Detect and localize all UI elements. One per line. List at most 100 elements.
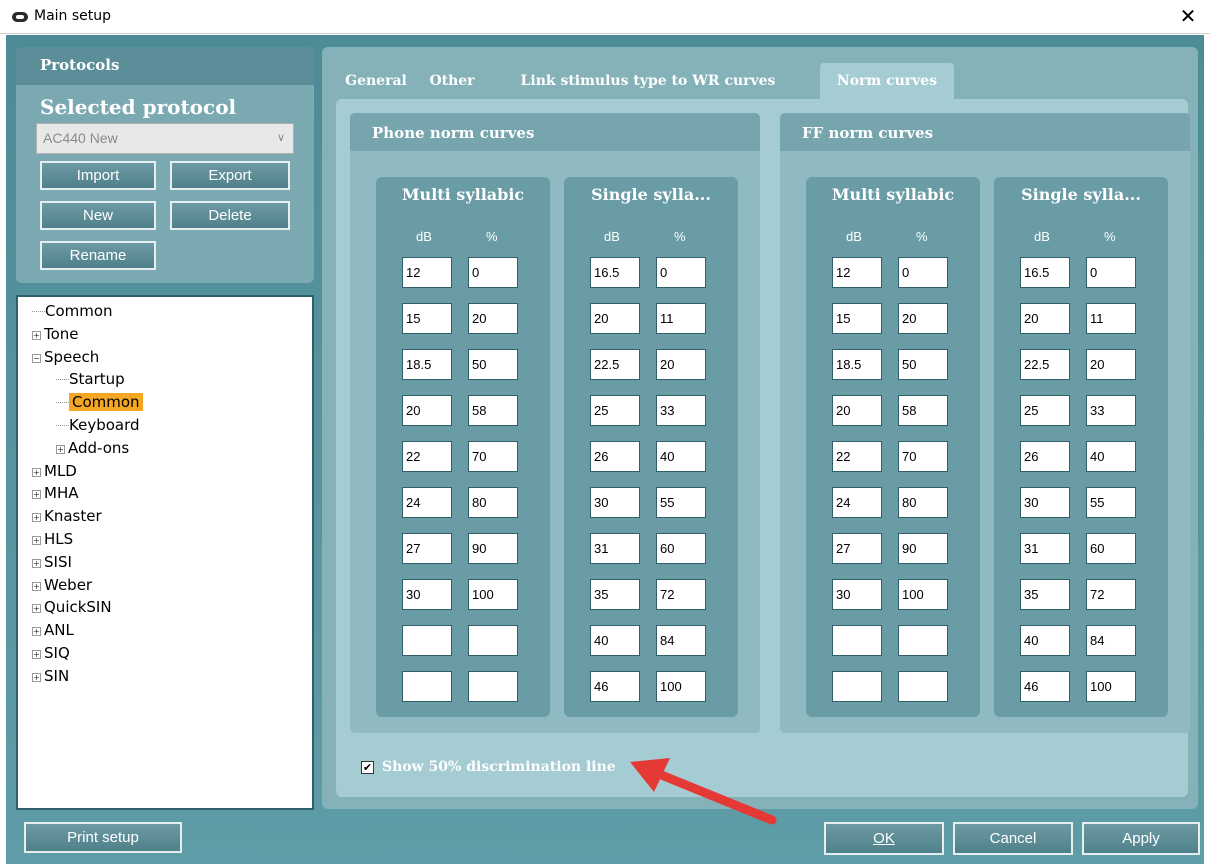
db-input[interactable] (832, 671, 882, 702)
db-input[interactable]: 46 (1020, 671, 1070, 702)
db-input[interactable]: 18.5 (832, 349, 882, 380)
percent-input[interactable]: 0 (1086, 257, 1136, 288)
db-input[interactable]: 40 (1020, 625, 1070, 656)
db-input[interactable]: 46 (590, 671, 640, 702)
db-input[interactable]: 30 (402, 579, 452, 610)
tree-item[interactable]: + SIN (32, 666, 69, 686)
tab-other[interactable]: Other (422, 63, 482, 99)
expand-icon[interactable]: + (32, 467, 41, 477)
percent-input[interactable]: 100 (468, 579, 518, 610)
expand-icon[interactable]: + (32, 490, 41, 500)
db-input[interactable]: 27 (402, 533, 452, 564)
percent-input[interactable]: 50 (898, 349, 948, 380)
db-input[interactable]: 24 (832, 487, 882, 518)
percent-input[interactable] (898, 625, 948, 656)
delete-button[interactable]: Delete (170, 201, 290, 230)
percent-input[interactable]: 60 (1086, 533, 1136, 564)
tree-item[interactable]: + ANL (32, 620, 74, 640)
percent-input[interactable]: 11 (1086, 303, 1136, 334)
db-input[interactable]: 15 (832, 303, 882, 334)
db-input[interactable]: 30 (1020, 487, 1070, 518)
expand-icon[interactable]: + (32, 672, 41, 682)
percent-input[interactable]: 100 (898, 579, 948, 610)
db-input[interactable]: 20 (1020, 303, 1070, 334)
apply-button[interactable]: Apply (1082, 822, 1200, 855)
db-input[interactable]: 35 (1020, 579, 1070, 610)
db-input[interactable]: 16.5 (1020, 257, 1070, 288)
print-setup-button[interactable]: Print setup (24, 822, 182, 853)
tree-item[interactable]: + MHA (32, 483, 78, 503)
protocol-select[interactable]: AC440 New ∨ (36, 123, 294, 154)
expand-icon[interactable]: + (32, 558, 41, 568)
db-input[interactable] (832, 625, 882, 656)
percent-input[interactable]: 80 (468, 487, 518, 518)
percent-input[interactable]: 84 (1086, 625, 1136, 656)
percent-input[interactable]: 90 (898, 533, 948, 564)
percent-input[interactable] (468, 625, 518, 656)
tree-item[interactable]: + SIQ (32, 643, 70, 663)
tree-item[interactable]: Common (56, 392, 143, 412)
db-input[interactable]: 30 (590, 487, 640, 518)
tree-item[interactable]: − Speech (32, 347, 99, 367)
db-input[interactable]: 22 (402, 441, 452, 472)
tree-item[interactable]: + Tone (32, 324, 79, 344)
expand-icon[interactable]: + (32, 650, 41, 659)
percent-input[interactable]: 100 (656, 671, 706, 702)
db-input[interactable]: 30 (832, 579, 882, 610)
expand-icon[interactable]: + (32, 330, 41, 340)
db-input[interactable]: 25 (1020, 395, 1070, 426)
percent-input[interactable]: 58 (468, 395, 518, 426)
tree-item[interactable]: Keyboard (56, 415, 140, 435)
expand-icon[interactable]: + (56, 444, 65, 454)
db-input[interactable]: 20 (402, 395, 452, 426)
percent-input[interactable] (468, 671, 518, 702)
percent-input[interactable]: 55 (656, 487, 706, 518)
percent-input[interactable]: 20 (898, 303, 948, 334)
percent-input[interactable]: 55 (1086, 487, 1136, 518)
db-input[interactable]: 20 (590, 303, 640, 334)
db-input[interactable] (402, 671, 452, 702)
export-button[interactable]: Export (170, 161, 290, 190)
db-input[interactable]: 24 (402, 487, 452, 518)
tree-item[interactable]: + HLS (32, 529, 73, 549)
percent-input[interactable]: 20 (468, 303, 518, 334)
db-input[interactable]: 20 (832, 395, 882, 426)
db-input[interactable]: 27 (832, 533, 882, 564)
db-input[interactable]: 35 (590, 579, 640, 610)
db-input[interactable]: 22 (832, 441, 882, 472)
db-input[interactable]: 25 (590, 395, 640, 426)
protocol-tree[interactable]: Common + Tone − Speech Startup Common Keyboard +… (16, 295, 314, 810)
percent-input[interactable]: 58 (898, 395, 948, 426)
percent-input[interactable]: 20 (656, 349, 706, 380)
tab-general[interactable]: General (336, 63, 416, 99)
tree-item[interactable]: + Knaster (32, 506, 102, 526)
percent-input[interactable]: 70 (898, 441, 948, 472)
expand-icon[interactable]: + (32, 581, 41, 591)
tree-item[interactable]: + Weber (32, 575, 92, 595)
db-input[interactable]: 22.5 (1020, 349, 1070, 380)
db-input[interactable]: 15 (402, 303, 452, 334)
tab-norm-curves[interactable]: Norm curves (820, 63, 954, 99)
percent-input[interactable]: 84 (656, 625, 706, 656)
db-input[interactable]: 26 (590, 441, 640, 472)
tree-item[interactable]: + MLD (32, 461, 77, 481)
percent-input[interactable]: 33 (1086, 395, 1136, 426)
tree-item[interactable]: + Add-ons (56, 438, 129, 458)
tab-link-stimulus[interactable]: Link stimulus type to WR curves (498, 63, 798, 99)
db-input[interactable]: 31 (590, 533, 640, 564)
show-discrimination-line-checkbox[interactable]: ✔ (361, 761, 374, 774)
collapse-icon[interactable]: − (32, 353, 41, 363)
percent-input[interactable]: 70 (468, 441, 518, 472)
import-button[interactable]: Import (40, 161, 156, 190)
percent-input[interactable]: 40 (656, 441, 706, 472)
db-input[interactable]: 40 (590, 625, 640, 656)
db-input[interactable]: 22.5 (590, 349, 640, 380)
rename-button[interactable]: Rename (40, 241, 156, 270)
tree-item[interactable]: + SISI (32, 552, 72, 572)
percent-input[interactable]: 72 (1086, 579, 1136, 610)
tree-item[interactable]: Common (32, 301, 113, 321)
close-icon[interactable]: ✕ (1174, 4, 1202, 30)
db-input[interactable]: 18.5 (402, 349, 452, 380)
new-button[interactable]: New (40, 201, 156, 230)
db-input[interactable]: 12 (832, 257, 882, 288)
